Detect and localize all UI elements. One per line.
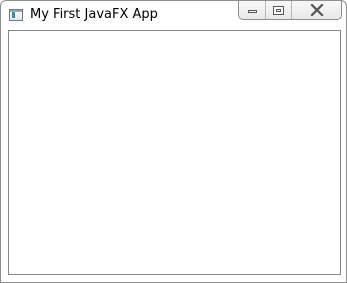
maximize-icon: [273, 6, 284, 15]
maximize-button[interactable]: [266, 1, 292, 19]
content-area: [8, 30, 341, 275]
window-title: My First JavaFX App: [30, 7, 158, 22]
close-button[interactable]: [292, 1, 341, 19]
app-window: My First JavaFX App: [0, 0, 347, 283]
minimize-icon: [248, 10, 257, 13]
close-icon: [310, 4, 324, 16]
minimize-button[interactable]: [239, 1, 266, 19]
title-bar[interactable]: My First JavaFX App: [1, 1, 346, 30]
caption-buttons: [238, 1, 342, 20]
javafx-app-icon[interactable]: [9, 9, 23, 21]
